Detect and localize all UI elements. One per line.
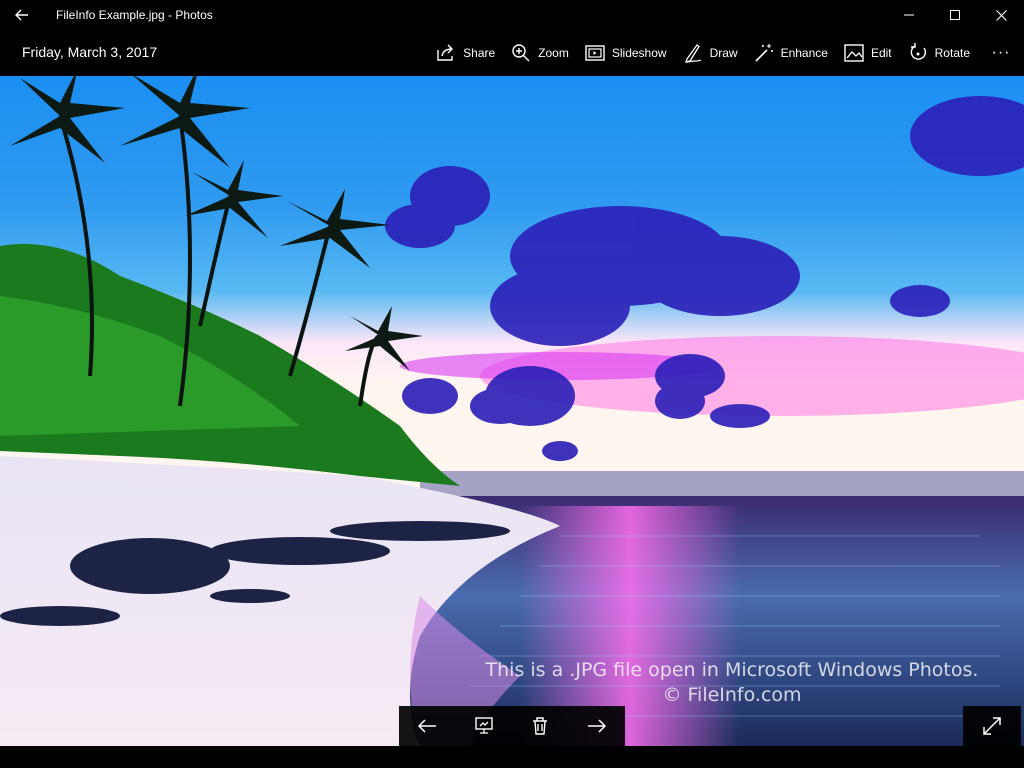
edit-button[interactable]: Edit (836, 30, 900, 76)
arrow-right-icon (587, 719, 606, 733)
set-as-icon (475, 717, 493, 734)
watermark-line-1: This is a .JPG file open in Microsoft Wi… (485, 659, 979, 681)
slideshow-icon (585, 45, 605, 61)
rotate-label: Rotate (934, 46, 970, 60)
close-icon (995, 9, 1007, 21)
slideshow-label: Slideshow (611, 46, 667, 60)
rotate-button[interactable]: Rotate (900, 30, 978, 76)
previous-button[interactable] (404, 706, 450, 746)
minimize-button[interactable] (886, 0, 932, 30)
draw-icon (684, 44, 701, 63)
photo-date: Friday, March 3, 2017 (22, 44, 158, 60)
next-button[interactable] (574, 706, 620, 746)
edit-label: Edit (870, 46, 892, 60)
command-items: Share Zoom Slideshow Draw Enhance Edit R… (428, 30, 1024, 76)
draw-label: Draw (709, 46, 738, 60)
zoom-button[interactable]: Zoom (503, 30, 577, 76)
set-as-button[interactable] (461, 706, 507, 746)
photo-view[interactable]: This is a .JPG file open in Microsoft Wi… (0, 76, 1024, 746)
draw-button[interactable]: Draw (675, 30, 746, 76)
expand-icon (983, 717, 1001, 735)
more-options-button[interactable]: ··· (978, 30, 1024, 76)
share-icon (437, 44, 454, 61)
enhance-button[interactable]: Enhance (746, 30, 836, 76)
arrow-left-icon (418, 719, 437, 733)
trash-icon (533, 717, 548, 735)
maximize-button[interactable] (932, 0, 978, 30)
close-button[interactable] (978, 0, 1024, 30)
edit-icon (844, 44, 864, 62)
fullscreen-button[interactable] (963, 706, 1021, 746)
title-bar: FileInfo Example.jpg - Photos (0, 0, 1024, 30)
rotate-icon (910, 43, 926, 60)
back-arrow-icon (15, 9, 28, 21)
command-bar: Friday, March 3, 2017 Share Zoom Slidesh… (0, 30, 1024, 76)
share-label: Share (463, 46, 496, 60)
bottom-strip (0, 746, 1024, 768)
enhance-label: Enhance (780, 46, 828, 60)
back-button[interactable] (0, 0, 44, 30)
slideshow-button[interactable]: Slideshow (577, 30, 675, 76)
photo-navigation-bar (399, 706, 625, 746)
minimize-icon (904, 14, 914, 16)
window-controls (886, 0, 1024, 30)
watermark-text: This is a .JPG file open in Microsoft Wi… (452, 658, 1012, 708)
watermark-line-2: © FileInfo.com (662, 684, 802, 706)
zoom-label: Zoom (538, 46, 569, 60)
beach-sunset-image (0, 76, 1024, 746)
enhance-icon (755, 44, 773, 62)
window-title: FileInfo Example.jpg - Photos (56, 8, 213, 22)
maximize-icon (950, 10, 960, 20)
share-button[interactable]: Share (428, 30, 503, 76)
delete-button[interactable] (517, 706, 563, 746)
zoom-icon (512, 44, 530, 62)
